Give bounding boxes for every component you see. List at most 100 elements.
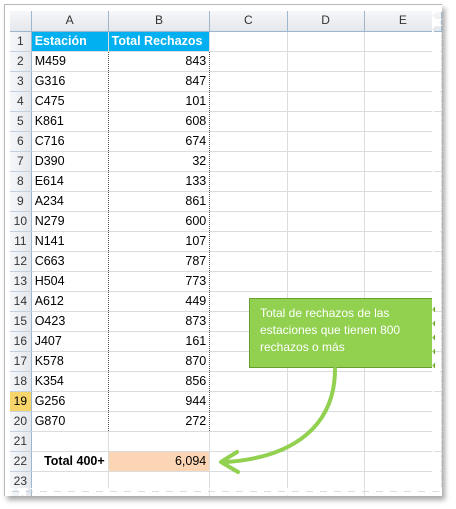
empty-cell[interactable] <box>287 411 365 432</box>
row-header[interactable]: 4 <box>10 91 32 112</box>
empty-cell[interactable] <box>364 51 442 72</box>
rejections-cell[interactable]: 843 <box>108 51 211 72</box>
empty-cell[interactable] <box>209 431 288 452</box>
empty-cell[interactable] <box>209 471 288 492</box>
station-cell[interactable]: A234 <box>31 191 109 212</box>
empty-cell[interactable] <box>108 431 211 452</box>
row-header[interactable]: 22 <box>10 451 32 472</box>
rejections-cell[interactable]: 873 <box>108 311 211 332</box>
empty-cell[interactable] <box>287 111 365 132</box>
empty-cell[interactable] <box>287 471 365 492</box>
row-header[interactable]: 17 <box>10 351 32 372</box>
column-header-d[interactable]: D <box>287 11 365 32</box>
row-header[interactable]: 6 <box>10 131 32 152</box>
column-header-c[interactable]: C <box>209 11 288 32</box>
row-header[interactable]: 13 <box>10 271 32 292</box>
empty-cell[interactable] <box>209 171 288 192</box>
row-header[interactable]: 8 <box>10 171 32 192</box>
row-header[interactable]: 16 <box>10 331 32 352</box>
empty-cell[interactable] <box>287 211 365 232</box>
empty-cell[interactable] <box>287 31 365 52</box>
empty-cell[interactable] <box>364 371 442 392</box>
rejections-cell[interactable]: 107 <box>108 231 211 252</box>
row-header[interactable]: 3 <box>10 71 32 92</box>
empty-cell[interactable] <box>287 371 365 392</box>
empty-cell[interactable] <box>209 271 288 292</box>
row-header[interactable]: 1 <box>10 31 32 52</box>
empty-cell[interactable] <box>287 231 365 252</box>
rejections-cell[interactable]: 861 <box>108 191 211 212</box>
empty-cell[interactable] <box>287 91 365 112</box>
station-cell[interactable]: C663 <box>31 251 109 272</box>
station-cell[interactable]: C475 <box>31 91 109 112</box>
station-cell[interactable]: A612 <box>31 291 109 312</box>
empty-cell[interactable] <box>287 251 365 272</box>
empty-cell[interactable] <box>209 231 288 252</box>
rejections-cell[interactable]: 856 <box>108 371 211 392</box>
station-cell[interactable]: C716 <box>31 131 109 152</box>
row-header[interactable]: 7 <box>10 151 32 172</box>
empty-cell[interactable] <box>31 431 109 452</box>
empty-cell[interactable] <box>364 211 442 232</box>
empty-cell[interactable] <box>287 451 365 472</box>
station-cell[interactable]: G256 <box>31 391 109 412</box>
rejections-cell[interactable]: 787 <box>108 251 211 272</box>
empty-cell[interactable] <box>287 431 365 452</box>
select-all-corner[interactable] <box>10 11 32 32</box>
total-label-cell[interactable]: Total 400+ <box>31 451 109 472</box>
empty-cell[interactable] <box>209 371 288 392</box>
row-header[interactable]: 9 <box>10 191 32 212</box>
empty-cell[interactable] <box>287 191 365 212</box>
station-cell[interactable]: O423 <box>31 311 109 332</box>
empty-cell[interactable] <box>364 431 442 452</box>
rejections-cell[interactable]: 161 <box>108 331 211 352</box>
rejections-cell[interactable]: 870 <box>108 351 211 372</box>
empty-cell[interactable] <box>209 51 288 72</box>
empty-cell[interactable] <box>209 211 288 232</box>
empty-cell[interactable] <box>364 471 442 492</box>
station-cell[interactable]: H504 <box>31 271 109 292</box>
row-header[interactable]: 11 <box>10 231 32 252</box>
empty-cell[interactable] <box>31 491 109 496</box>
station-cell[interactable]: M459 <box>31 51 109 72</box>
empty-cell[interactable] <box>364 71 442 92</box>
header-cell-station[interactable]: Estación <box>31 31 109 52</box>
row-header[interactable]: 10 <box>10 211 32 232</box>
empty-cell[interactable] <box>364 131 442 152</box>
empty-cell[interactable] <box>209 71 288 92</box>
empty-cell[interactable] <box>287 71 365 92</box>
column-header-e[interactable]: E <box>364 11 442 32</box>
empty-cell[interactable] <box>209 491 288 496</box>
empty-cell[interactable] <box>364 411 442 432</box>
empty-cell[interactable] <box>209 91 288 112</box>
empty-cell[interactable] <box>364 151 442 172</box>
empty-cell[interactable] <box>287 171 365 192</box>
empty-cell[interactable] <box>209 111 288 132</box>
row-header[interactable]: 24 <box>10 491 32 496</box>
total-value-cell[interactable]: 6,094 <box>108 451 211 472</box>
header-cell-rejections[interactable]: Total Rechazos <box>108 31 211 52</box>
station-cell[interactable]: E614 <box>31 171 109 192</box>
empty-cell[interactable] <box>287 131 365 152</box>
empty-cell[interactable] <box>209 391 288 412</box>
rejections-cell[interactable]: 600 <box>108 211 211 232</box>
empty-cell[interactable] <box>364 111 442 132</box>
empty-cell[interactable] <box>364 271 442 292</box>
row-header[interactable]: 21 <box>10 431 32 452</box>
empty-cell[interactable] <box>31 471 109 492</box>
rejections-cell[interactable]: 608 <box>108 111 211 132</box>
rejections-cell[interactable]: 773 <box>108 271 211 292</box>
empty-cell[interactable] <box>287 271 365 292</box>
row-header[interactable]: 20 <box>10 411 32 432</box>
row-header[interactable]: 19 <box>10 391 32 412</box>
row-header[interactable]: 14 <box>10 291 32 312</box>
empty-cell[interactable] <box>209 131 288 152</box>
row-header[interactable]: 23 <box>10 471 32 492</box>
column-header-b[interactable]: B <box>108 11 211 32</box>
empty-cell[interactable] <box>287 151 365 172</box>
rejections-cell[interactable]: 944 <box>108 391 211 412</box>
empty-cell[interactable] <box>364 91 442 112</box>
rejections-cell[interactable]: 101 <box>108 91 211 112</box>
station-cell[interactable]: N279 <box>31 211 109 232</box>
station-cell[interactable]: K578 <box>31 351 109 372</box>
